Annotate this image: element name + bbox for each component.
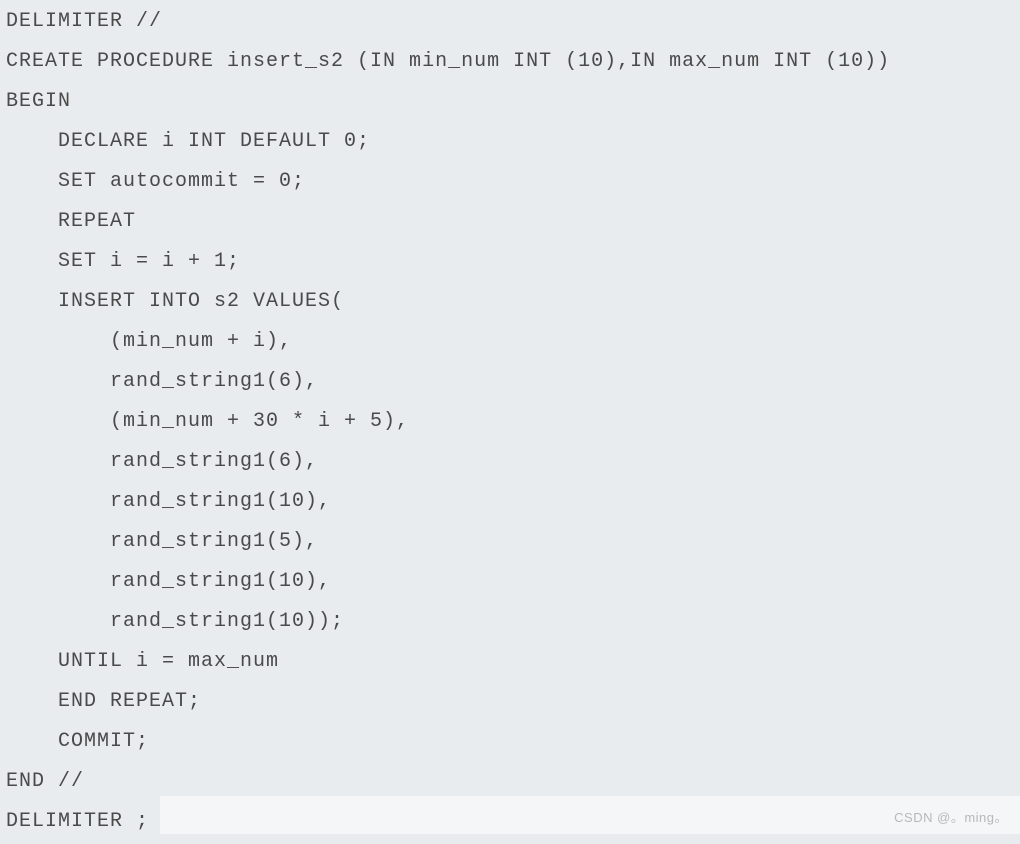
code-line: rand_string1(5), [6, 522, 1014, 562]
code-line: (min_num + i), [6, 322, 1014, 362]
code-line: REPEAT [6, 202, 1014, 242]
code-line: SET i = i + 1; [6, 242, 1014, 282]
watermark-text: CSDN @。ming。 [894, 807, 1008, 826]
code-line: UNTIL i = max_num [6, 642, 1014, 682]
code-line: SET autocommit = 0; [6, 162, 1014, 202]
watermark-strip [160, 796, 1020, 834]
code-line: END REPEAT; [6, 682, 1014, 722]
code-line: rand_string1(10)); [6, 602, 1014, 642]
code-line: rand_string1(6), [6, 362, 1014, 402]
code-line: rand_string1(10), [6, 482, 1014, 522]
code-line: DELIMITER // [6, 2, 1014, 42]
code-line: DECLARE i INT DEFAULT 0; [6, 122, 1014, 162]
code-line: BEGIN [6, 82, 1014, 122]
code-line: INSERT INTO s2 VALUES( [6, 282, 1014, 322]
code-line: (min_num + 30 * i + 5), [6, 402, 1014, 442]
code-block: DELIMITER // CREATE PROCEDURE insert_s2 … [0, 0, 1020, 844]
code-line: COMMIT; [6, 722, 1014, 762]
code-line: rand_string1(6), [6, 442, 1014, 482]
code-line: rand_string1(10), [6, 562, 1014, 602]
code-line: CREATE PROCEDURE insert_s2 (IN min_num I… [6, 42, 1014, 82]
